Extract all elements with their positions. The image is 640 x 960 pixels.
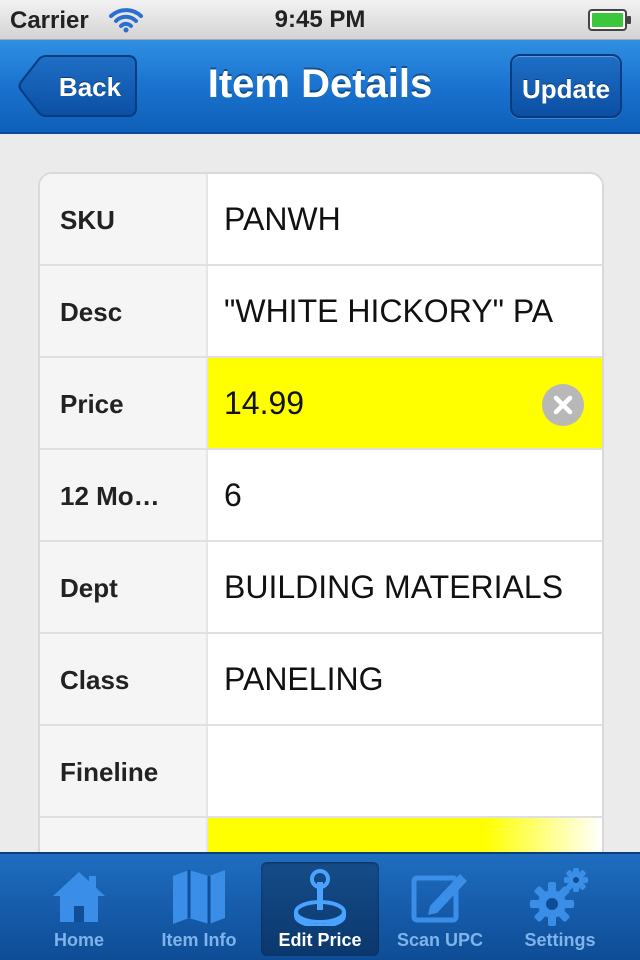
home-icon	[53, 872, 105, 922]
dept-field[interactable]: BUILDING MATERIALS	[208, 542, 602, 632]
partial-field[interactable]	[208, 818, 602, 852]
desc-field[interactable]: "WHITE HICKORY" PA	[208, 266, 602, 356]
status-time: 9:45 PM	[274, 6, 366, 33]
tab-scan-upc-label: Scan UPC	[396, 930, 484, 950]
item-details-table: SKU PANWH Desc "WHITE HICKORY" PA Price …	[38, 172, 604, 852]
field-label-fineline: Fineline	[40, 726, 208, 816]
field-label-desc: Desc	[40, 266, 208, 356]
update-button[interactable]: Update	[510, 54, 622, 118]
price-field[interactable]: 14.99	[208, 358, 602, 448]
back-button-label: Back	[58, 72, 122, 102]
back-button[interactable]: Back	[18, 54, 138, 118]
tab-item-info-label: Item Info	[161, 930, 237, 950]
table-row: SKU PANWH	[40, 174, 602, 266]
tab-home[interactable]: Home	[20, 862, 138, 956]
field-label-partial	[40, 818, 208, 852]
field-label-12-months: 12 Mo…	[40, 450, 208, 540]
sku-field[interactable]: PANWH	[208, 174, 602, 264]
gear-icon	[530, 868, 588, 926]
tab-edit-price[interactable]: Edit Price	[261, 862, 379, 956]
battery-icon	[588, 9, 632, 31]
page-title: Item Details	[207, 62, 433, 106]
field-label-sku: SKU	[40, 174, 208, 264]
fineline-field[interactable]	[208, 726, 602, 816]
update-button-label: Update	[521, 74, 611, 104]
tab-home-label: Home	[53, 930, 104, 950]
table-row: Fineline	[40, 726, 602, 818]
table-row: Desc "WHITE HICKORY" PA	[40, 266, 602, 358]
table-row	[40, 818, 602, 852]
tab-bar: Home Item Info Edit Price Scan UPC Setti…	[0, 852, 640, 960]
field-label-price: Price	[40, 358, 208, 448]
tab-settings[interactable]: Settings	[501, 862, 619, 956]
tab-scan-upc[interactable]: Scan UPC	[381, 862, 499, 956]
table-row: Price 14.99	[40, 358, 602, 450]
status-bar: Carrier 9:45 PM	[0, 0, 640, 40]
field-label-dept: Dept	[40, 542, 208, 632]
navigation-bar: Back Item Details Update	[0, 40, 640, 134]
field-label-class: Class	[40, 634, 208, 724]
joystick-icon	[294, 869, 346, 926]
map-icon	[173, 870, 225, 924]
table-row: Dept BUILDING MATERIALS	[40, 542, 602, 634]
tab-item-info[interactable]: Item Info	[140, 862, 258, 956]
table-row: 12 Mo… 6	[40, 450, 602, 542]
tab-settings-label: Settings	[524, 930, 596, 950]
tab-edit-price-label: Edit Price	[278, 930, 362, 950]
class-field[interactable]: PANELING	[208, 634, 602, 724]
clear-icon[interactable]	[542, 384, 584, 426]
table-row: Class PANELING	[40, 634, 602, 726]
edit-icon	[411, 874, 467, 923]
price-value: 14.99	[224, 385, 305, 421]
item-details-content[interactable]: SKU PANWH Desc "WHITE HICKORY" PA Price …	[0, 134, 640, 852]
twelve-month-field[interactable]: 6	[208, 450, 602, 540]
